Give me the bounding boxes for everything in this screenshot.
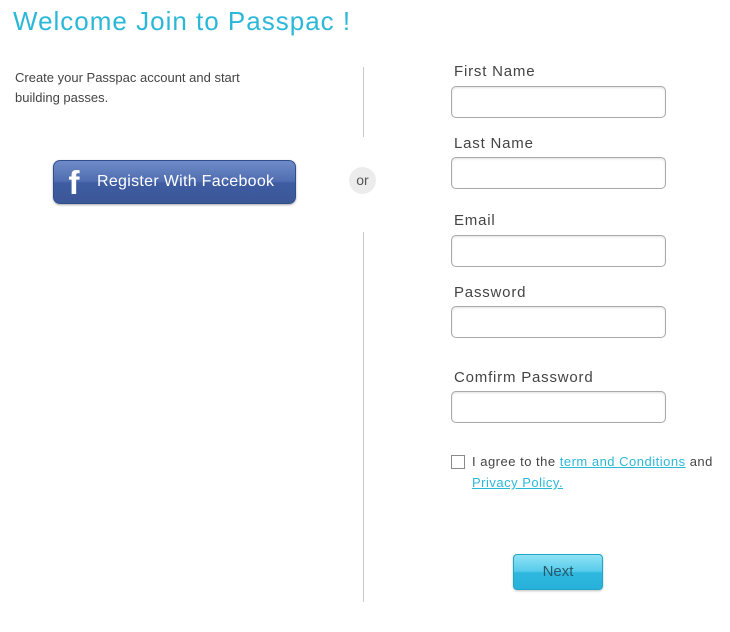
terms-link[interactable]: term and Conditions (560, 454, 686, 469)
agree-checkbox[interactable] (451, 455, 465, 469)
email-label: Email (454, 212, 496, 229)
confirm-password-label: Comfirm Password (454, 369, 594, 386)
next-button[interactable]: Next (513, 554, 603, 590)
confirm-password-field[interactable] (451, 391, 666, 423)
facebook-button-label: Register With Facebook (97, 173, 275, 190)
last-name-label: Last Name (454, 135, 534, 152)
last-name-field[interactable] (451, 157, 666, 189)
email-field[interactable] (451, 235, 666, 267)
page-title: Welcome Join to Passpac ! (13, 6, 352, 36)
vertical-divider-top (363, 67, 364, 137)
first-name-label: First Name (454, 63, 536, 80)
facebook-icon: f (68, 164, 80, 201)
privacy-policy-link[interactable]: Privacy Policy. (472, 475, 563, 490)
agree-middle: and (685, 454, 713, 469)
first-name-field[interactable] (451, 86, 666, 118)
or-separator: or (349, 167, 376, 194)
vertical-divider-bottom (363, 232, 364, 602)
intro-text: Create your Passpac account and start bu… (15, 70, 240, 105)
agree-text: I agree to the term and Conditions and P… (472, 451, 722, 493)
register-with-facebook-button[interactable]: f Register With Facebook (53, 160, 296, 204)
password-field[interactable] (451, 306, 666, 338)
agree-prefix: I agree to the (472, 454, 560, 469)
password-label: Password (454, 284, 527, 301)
